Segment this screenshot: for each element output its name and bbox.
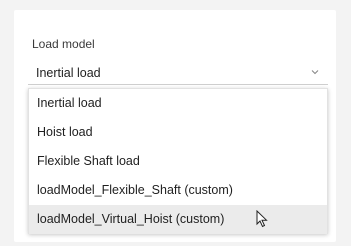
option-inertial-load[interactable]: Inertial load — [29, 89, 327, 118]
option-flexible-shaft-load[interactable]: Flexible Shaft load — [29, 147, 327, 176]
load-model-label: Load model — [32, 37, 95, 51]
load-model-dropdown-list: Inertial load Hoist load Flexible Shaft … — [28, 88, 328, 234]
load-model-select[interactable]: Inertial load — [28, 61, 328, 85]
mouse-pointer-icon — [256, 210, 268, 228]
chevron-down-icon — [310, 67, 320, 77]
option-loadmodel-virtual-hoist-custom[interactable]: loadModel_Virtual_Hoist (custom) — [29, 205, 327, 234]
option-hoist-load[interactable]: Hoist load — [29, 118, 327, 147]
load-model-selected-value: Inertial load — [36, 66, 101, 80]
option-loadmodel-flexible-shaft-custom[interactable]: loadModel_Flexible_Shaft (custom) — [29, 176, 327, 205]
